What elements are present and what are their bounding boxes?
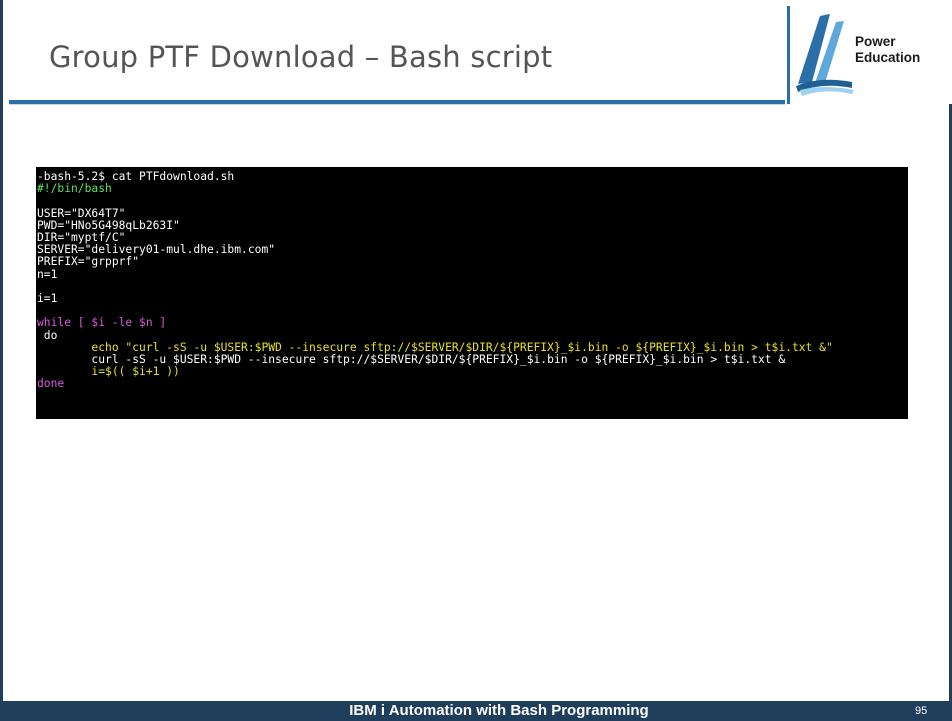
terminal-output: -bash-5.2$ cat PTFdownload.sh #!/bin/bas… [36, 167, 908, 391]
terminal-line: DIR="myptf/C" [37, 231, 126, 245]
terminal-line: i=$(( $i+1 )) [37, 365, 180, 379]
terminal-line: do [37, 328, 58, 342]
terminal-line: i=1 [37, 292, 58, 306]
terminal-line: USER="DX64T7" [37, 206, 126, 220]
terminal-line: curl -sS -u $USER:$PWD --insecure sftp:/… [37, 353, 786, 367]
logo-text: Power Education [855, 34, 920, 66]
terminal-line: n=1 [37, 267, 58, 281]
terminal-line: -bash-5.2$ cat PTFdownload.sh [37, 170, 235, 183]
book-logo-icon [796, 14, 854, 96]
footer-title: IBM i Automation with Bash Programming [349, 702, 649, 719]
terminal-line: SERVER="delivery01-mul.dhe.ibm.com" [37, 243, 276, 257]
terminal-line: #!/bin/bash [37, 182, 112, 196]
logo-text-power: Power [855, 34, 896, 49]
slide: Group PTF Download – Bash script 0 Power… [0, 0, 952, 721]
terminal-line: PREFIX="grpprf" [37, 255, 140, 269]
page-number: 95 [915, 705, 928, 717]
slide-footer: IBM i Automation with Bash Programming 9… [3, 701, 952, 721]
terminal-line: PWD="HNo5G498qLb263I" [37, 218, 180, 232]
header-underline-shadow [9, 104, 785, 105]
terminal-line: echo "curl -sS -u $USER:$PWD --insecure … [37, 340, 833, 354]
terminal-screenshot: -bash-5.2$ cat PTFdownload.sh #!/bin/bas… [36, 167, 908, 419]
terminal-line: while [ $i -le $n ] [37, 316, 167, 330]
slide-title: Group PTF Download – Bash script [49, 40, 553, 74]
terminal-line: done [37, 377, 65, 391]
logo-text-education: Education [855, 50, 921, 65]
